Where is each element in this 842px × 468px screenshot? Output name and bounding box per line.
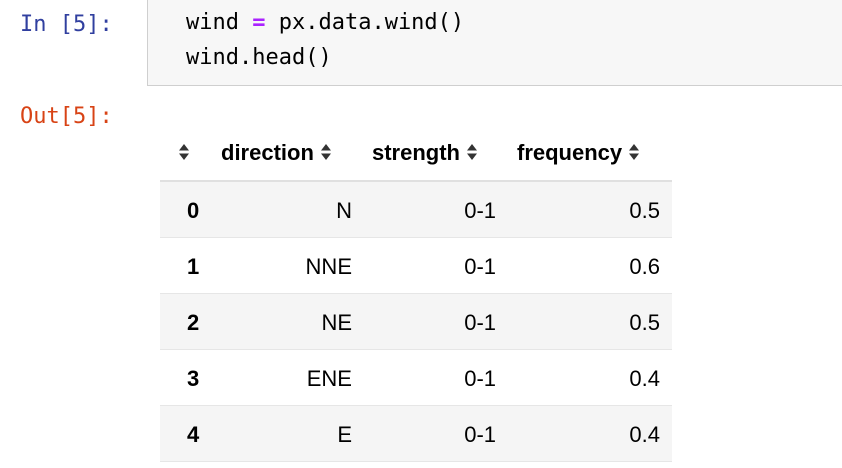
column-header-label: frequency bbox=[517, 140, 623, 165]
code-variable: wind bbox=[186, 10, 239, 35]
code-expression: px.data.wind() bbox=[278, 10, 465, 35]
column-header-frequency[interactable]: frequency bbox=[517, 140, 640, 166]
notebook-page: In [5]: wind = px.data.wind() wind.head(… bbox=[0, 0, 842, 468]
index-column-header[interactable] bbox=[178, 140, 198, 166]
code-operator: = bbox=[252, 10, 266, 35]
output-prompt: Out[5]: bbox=[20, 104, 113, 129]
cell-direction: ENE bbox=[306, 366, 352, 391]
sort-arrows-icon[interactable] bbox=[466, 143, 478, 161]
table-row: 0 N 0-1 0.5 bbox=[160, 182, 672, 238]
cell-frequency: 0.4 bbox=[629, 422, 660, 447]
row-index: 4 bbox=[187, 422, 200, 447]
code-cell[interactable]: wind = px.data.wind() wind.head() bbox=[147, 0, 842, 86]
row-index: 0 bbox=[187, 198, 200, 223]
table-header: direction strength frequency bbox=[160, 126, 672, 182]
cell-strength: 0-1 bbox=[464, 254, 496, 279]
cell-frequency: 0.4 bbox=[629, 366, 660, 391]
dataframe-table: direction strength frequency 0 N 0-1 0.5… bbox=[160, 126, 672, 462]
sort-arrows-icon[interactable] bbox=[628, 143, 640, 161]
column-header-strength[interactable]: strength bbox=[372, 140, 478, 166]
column-header-label: direction bbox=[221, 140, 314, 165]
sort-arrows-icon[interactable] bbox=[178, 143, 190, 161]
cell-strength: 0-1 bbox=[464, 366, 496, 391]
cell-strength: 0-1 bbox=[464, 422, 496, 447]
table-row: 1 NNE 0-1 0.6 bbox=[160, 238, 672, 294]
code-line-1: wind = px.data.wind() bbox=[186, 10, 464, 36]
column-header-label: strength bbox=[372, 140, 460, 165]
cell-frequency: 0.5 bbox=[629, 198, 660, 223]
cell-direction: E bbox=[337, 422, 352, 447]
table-row: 3 ENE 0-1 0.4 bbox=[160, 350, 672, 406]
table-row: 2 NE 0-1 0.5 bbox=[160, 294, 672, 350]
input-prompt: In [5]: bbox=[20, 12, 113, 37]
column-header-direction[interactable]: direction bbox=[221, 140, 332, 166]
cell-strength: 0-1 bbox=[464, 198, 496, 223]
cell-direction: NE bbox=[321, 310, 352, 335]
cell-strength: 0-1 bbox=[464, 310, 496, 335]
cell-frequency: 0.6 bbox=[629, 254, 660, 279]
cell-direction: N bbox=[336, 198, 352, 223]
code-line-2: wind.head() bbox=[186, 45, 332, 70]
row-index: 2 bbox=[187, 310, 200, 335]
sort-arrows-icon[interactable] bbox=[320, 143, 332, 161]
cell-direction: NNE bbox=[305, 254, 352, 279]
cell-frequency: 0.5 bbox=[629, 310, 660, 335]
row-index: 1 bbox=[187, 254, 200, 279]
table-row: 4 E 0-1 0.4 bbox=[160, 406, 672, 462]
row-index: 3 bbox=[187, 366, 200, 391]
